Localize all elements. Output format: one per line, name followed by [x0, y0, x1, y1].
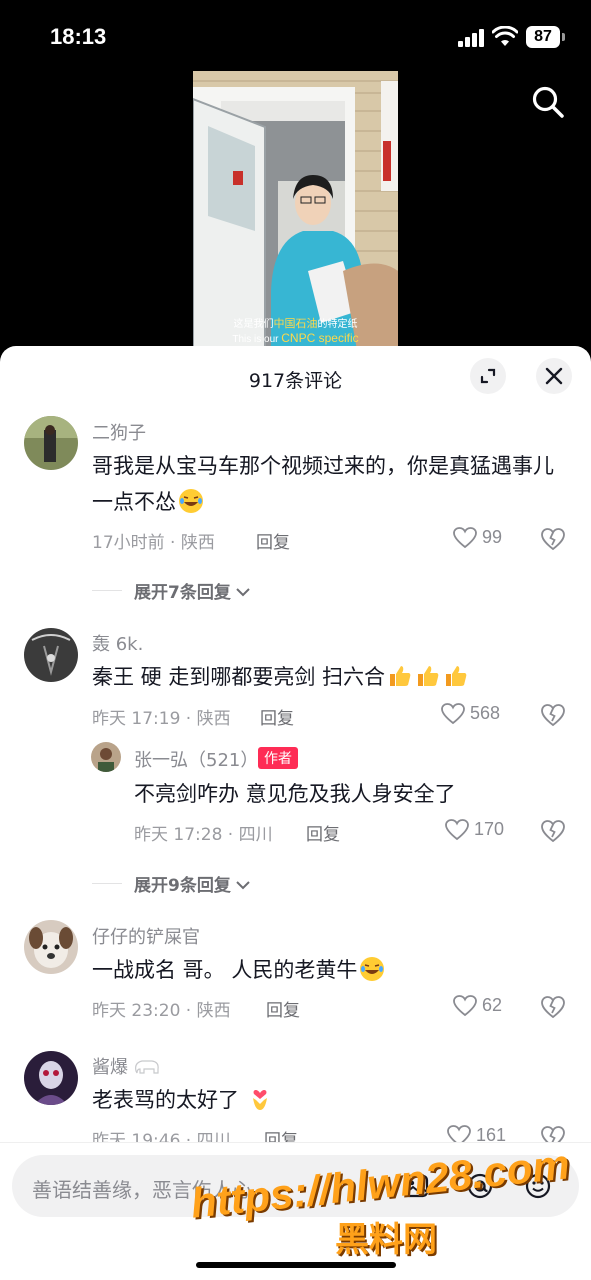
- reply-button[interactable]: 回复: [266, 996, 300, 1021]
- comment-username[interactable]: 二狗子: [92, 419, 146, 445]
- heart-icon: [453, 527, 477, 549]
- reply-button[interactable]: 回复: [256, 528, 290, 553]
- dislike-icon[interactable]: [540, 994, 566, 1020]
- battery-tip: [562, 33, 565, 41]
- like-count: 62: [482, 995, 503, 1015]
- comment-meta: 昨天 17:19 · 陕西: [92, 709, 231, 729]
- comment-username[interactable]: 仔仔的铲屎官: [92, 923, 200, 949]
- avatar[interactable]: [91, 742, 121, 772]
- dislike-icon[interactable]: [540, 818, 566, 844]
- dislike-icon[interactable]: [540, 702, 566, 728]
- elephant-icon: [135, 1060, 159, 1074]
- like-button[interactable]: 568: [440, 702, 512, 728]
- home-indicator: [196, 1262, 396, 1268]
- expand-replies-button[interactable]: 展开9条回复: [92, 871, 292, 896]
- heart-icon: [445, 819, 469, 841]
- like-button[interactable]: 170: [444, 818, 516, 844]
- divider: [92, 883, 122, 884]
- avatar[interactable]: [24, 1051, 78, 1105]
- expand-button[interactable]: [470, 358, 506, 394]
- heart-icon: [441, 703, 465, 725]
- like-button[interactable]: 99: [452, 526, 512, 552]
- comment-meta: 昨天 23:20 · 陕西: [92, 1001, 231, 1021]
- avatar[interactable]: [24, 416, 78, 470]
- avatar[interactable]: [24, 628, 78, 682]
- battery-icon: 87: [526, 26, 560, 48]
- video-subtitle-en: This is our CNPC specific: [232, 331, 359, 345]
- comments-sheet: 917条评论 二狗子 哥我是从宝马车那个视频过来的，你是真猛遇事儿一点不怂 17…: [0, 346, 591, 1280]
- chevron-down-icon: [236, 881, 250, 890]
- expand-icon: [480, 368, 496, 384]
- close-icon: [545, 367, 563, 385]
- reply-button[interactable]: 回复: [260, 704, 294, 729]
- heart-hands-emoji-icon: [253, 1090, 267, 1110]
- video-subtitle-cn: 这是我们中国石油的特定纸: [233, 317, 358, 330]
- comment-text: 一战成名 哥。 人民的老黄牛: [92, 952, 562, 988]
- expand-replies-label: 展开9条回复: [134, 871, 252, 896]
- wifi-icon: [492, 26, 518, 46]
- close-button[interactable]: [536, 358, 572, 394]
- heart-icon: [453, 995, 477, 1017]
- like-count: 99: [482, 527, 503, 547]
- comment-meta: 17小时前 · 陕西: [92, 533, 215, 553]
- laughing-emoji-icon: [179, 489, 203, 513]
- divider: [92, 590, 122, 591]
- chevron-down-icon: [236, 588, 250, 597]
- thumbs-up-emoji-icon: [418, 666, 439, 686]
- comment-username[interactable]: 酱爆: [92, 1053, 162, 1079]
- search-icon[interactable]: [530, 84, 566, 120]
- expand-replies-label: 展开7条回复: [134, 578, 252, 603]
- video-player[interactable]: 这是我们中国石油的特定纸 This is our CNPC specific: [193, 71, 398, 356]
- comment-text: 老表骂的太好了: [92, 1082, 562, 1118]
- reply-username[interactable]: 张一弘（521）: [134, 746, 258, 772]
- status-bar: 18:13 87: [0, 0, 591, 70]
- like-count: 170: [474, 819, 505, 839]
- like-button[interactable]: 62: [452, 994, 512, 1020]
- comment-username[interactable]: 轰 6k.: [92, 630, 143, 656]
- thumbs-up-emoji-icon: [446, 666, 467, 686]
- comment-text: 秦王 硬 走到哪都要亮剑 扫六合: [92, 659, 562, 695]
- reply-meta: 昨天 17:28 · 四川: [134, 825, 273, 845]
- status-time: 18:13: [50, 24, 107, 49]
- author-badge: 作者: [258, 747, 298, 769]
- dislike-icon[interactable]: [540, 526, 566, 552]
- comment-text: 哥我是从宝马车那个视频过来的，你是真猛遇事儿一点不怂: [92, 454, 554, 514]
- like-count: 568: [470, 703, 501, 723]
- laughing-emoji-icon: [360, 957, 385, 981]
- avatar[interactable]: [24, 920, 78, 974]
- reply-text: 不亮剑咋办 意见危及我人身安全了: [134, 782, 456, 806]
- watermark-name: 黑料网: [335, 1220, 437, 1260]
- reply-button[interactable]: 回复: [306, 820, 340, 845]
- video-frame: [193, 71, 398, 356]
- expand-replies-button[interactable]: 展开7条回复: [92, 578, 292, 603]
- signal-icon: [458, 29, 484, 47]
- thumbs-up-emoji-icon: [390, 666, 411, 686]
